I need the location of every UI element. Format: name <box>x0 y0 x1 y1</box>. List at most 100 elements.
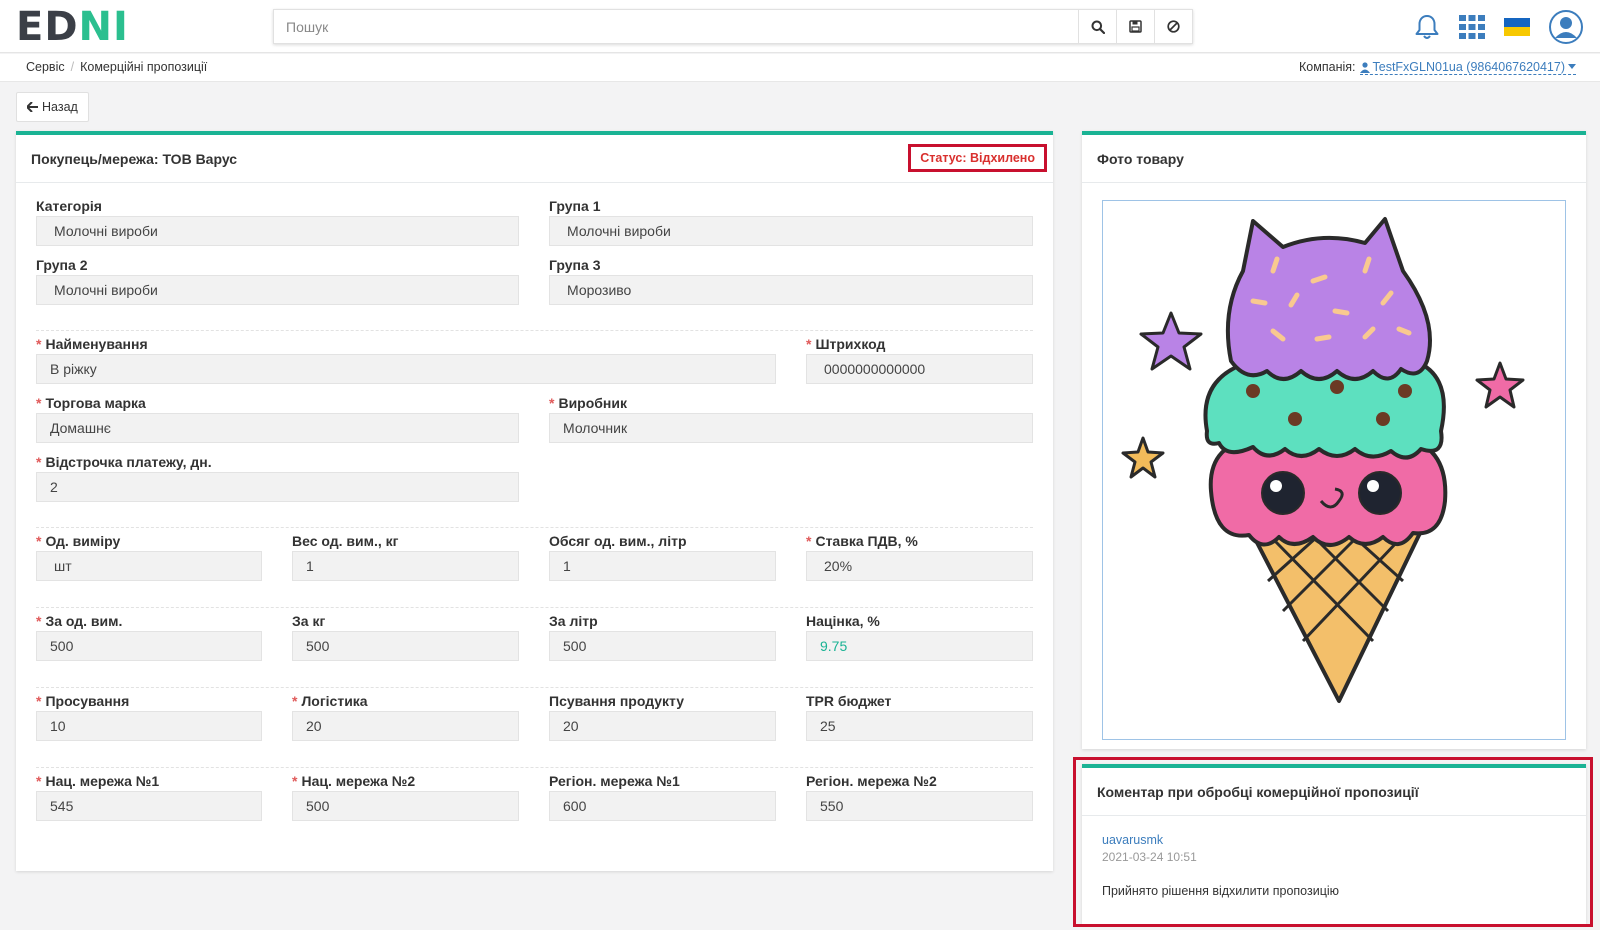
photo-title: Фото товару <box>1097 150 1184 167</box>
save-search-button[interactable] <box>1116 10 1154 43</box>
promotion-field[interactable]: 10 <box>36 711 262 741</box>
group1-field[interactable]: Молочні вироби <box>549 216 1033 246</box>
logo-text-right: NI <box>78 4 129 50</box>
comment-date: 2021-03-24 10:51 <box>1102 850 1197 864</box>
search-input[interactable] <box>274 10 1078 43</box>
search-button[interactable] <box>1078 10 1116 43</box>
nat-network1-field[interactable]: 545 <box>36 791 262 821</box>
reg-network1-label: Регіон. мережа №1 <box>549 773 680 789</box>
status-badge: Статус: Відхилено <box>908 144 1047 172</box>
comment-header: Коментар при обробці комерційної пропози… <box>1082 768 1586 816</box>
name-label: * Найменування <box>36 336 148 352</box>
vat-rate-label: * Ставка ПДВ, % <box>806 533 918 549</box>
proposal-header: Покупець/мережа: ТОВ Варус Статус: Відхи… <box>16 135 1053 183</box>
nat-network2-label: * Нац. мережа №2 <box>292 773 416 789</box>
divider <box>36 767 1033 768</box>
unit-volume-field[interactable]: 1 <box>549 551 776 581</box>
photo-panel: Фото товару <box>1082 131 1586 749</box>
manufacturer-field[interactable]: Молочник <box>549 413 1033 443</box>
spoilage-field[interactable]: 20 <box>549 711 776 741</box>
product-photo[interactable] <box>1102 200 1566 740</box>
ban-icon <box>1167 20 1180 33</box>
breadcrumb-bar: Сервіс / Комерційні пропозиції Компанія:… <box>0 54 1600 82</box>
group3-label: Група 3 <box>549 257 601 273</box>
category-field[interactable]: Молочні вироби <box>36 216 519 246</box>
logistics-label: * Логістика <box>292 693 368 709</box>
vat-rate-field[interactable]: 20% <box>806 551 1033 581</box>
company-selector: Компанія: TestFxGLN01ua (9864067620417) <box>1299 60 1576 75</box>
markup-label: Націнка, % <box>806 613 880 629</box>
unit-field[interactable]: шт <box>36 551 262 581</box>
clear-search-button[interactable] <box>1154 10 1192 43</box>
back-button[interactable]: Назад <box>16 92 89 122</box>
tpr-budget-label: TPR бюджет <box>806 693 892 709</box>
group1-label: Група 1 <box>549 198 601 214</box>
company-dropdown[interactable]: TestFxGLN01ua (9864067620417) <box>1359 60 1576 75</box>
user-menu-button[interactable] <box>1548 10 1584 44</box>
barcode-field[interactable]: 0000000000000 <box>806 354 1033 384</box>
markup-field[interactable]: 9.75 <box>806 631 1033 661</box>
name-field[interactable]: В ріжку <box>36 354 776 384</box>
price-per-liter-label: За літр <box>549 613 598 629</box>
unit-label: * Од. виміру <box>36 533 121 549</box>
apps-grid-icon <box>1459 15 1485 39</box>
company-label: Компанія: <box>1299 60 1356 74</box>
group2-label: Група 2 <box>36 257 88 273</box>
price-per-unit-field[interactable]: 500 <box>36 631 262 661</box>
tpr-budget-field[interactable]: 25 <box>806 711 1033 741</box>
comment-title: Коментар при обробці комерційної пропози… <box>1097 783 1419 800</box>
arrow-left-icon <box>27 102 38 112</box>
caret-down-icon <box>1568 64 1576 69</box>
group2-field[interactable]: Молочні вироби <box>36 275 519 305</box>
top-bar: ED NI <box>0 0 1600 53</box>
notifications-button[interactable] <box>1410 10 1444 44</box>
reg-network2-label: Регіон. мережа №2 <box>806 773 937 789</box>
price-per-liter-field[interactable]: 500 <box>549 631 776 661</box>
proposal-title: Покупець/мережа: ТОВ Варус <box>31 150 238 167</box>
back-button-label: Назад <box>42 100 78 114</box>
apps-menu-button[interactable] <box>1455 10 1489 44</box>
reg-network2-field[interactable]: 550 <box>806 791 1033 821</box>
logo-text-left: ED <box>16 4 79 50</box>
unit-weight-field[interactable]: 1 <box>292 551 519 581</box>
brand-field[interactable]: Домашнє <box>36 413 519 443</box>
edin-logo[interactable]: ED NI <box>16 4 129 50</box>
divider <box>36 527 1033 528</box>
spoilage-label: Псування продукту <box>549 693 685 709</box>
save-icon <box>1129 20 1142 33</box>
ice-cream-illustration <box>1121 217 1525 703</box>
divider <box>36 687 1033 688</box>
barcode-label: * Штрихкод <box>806 336 886 352</box>
promotion-label: * Просування <box>36 693 130 709</box>
divider <box>36 607 1033 608</box>
language-button[interactable] <box>1503 10 1531 44</box>
price-per-kg-label: За кг <box>292 613 326 629</box>
payment-delay-field[interactable]: 2 <box>36 472 519 502</box>
user-icon <box>1359 61 1370 73</box>
company-value: TestFxGLN01ua (9864067620417) <box>1372 60 1566 74</box>
nat-network1-label: * Нац. мережа №1 <box>36 773 160 789</box>
brand-label: * Торгова марка <box>36 395 146 411</box>
ukraine-flag-icon <box>1504 18 1530 36</box>
group3-field[interactable]: Морозиво <box>549 275 1033 305</box>
search-icon <box>1091 20 1105 34</box>
breadcrumb: Сервіс / Комерційні пропозиції <box>26 60 207 74</box>
proposal-panel: Покупець/мережа: ТОВ Варус Статус: Відхи… <box>16 131 1053 871</box>
bell-icon <box>1415 15 1439 39</box>
unit-volume-label: Обсяг од. вим., літр <box>549 533 687 549</box>
manufacturer-label: * Виробник <box>549 395 627 411</box>
comment-panel: Коментар при обробці комерційної пропози… <box>1082 764 1586 924</box>
price-per-unit-label: * За од. вим. <box>36 613 123 629</box>
breadcrumb-item-service[interactable]: Сервіс <box>26 60 65 74</box>
photo-header: Фото товару <box>1082 135 1586 183</box>
reg-network1-field[interactable]: 600 <box>549 791 776 821</box>
divider <box>36 330 1033 331</box>
nat-network2-field[interactable]: 500 <box>292 791 519 821</box>
payment-delay-label: * Відстрочка платежу, дн. <box>36 454 212 470</box>
breadcrumb-item-proposals[interactable]: Комерційні пропозиції <box>80 60 207 74</box>
unit-weight-label: Вес од. вим., кг <box>292 533 399 549</box>
category-label: Категорія <box>36 198 102 214</box>
logistics-field[interactable]: 20 <box>292 711 519 741</box>
price-per-kg-field[interactable]: 500 <box>292 631 519 661</box>
comment-author[interactable]: uavarusmk <box>1102 833 1163 847</box>
